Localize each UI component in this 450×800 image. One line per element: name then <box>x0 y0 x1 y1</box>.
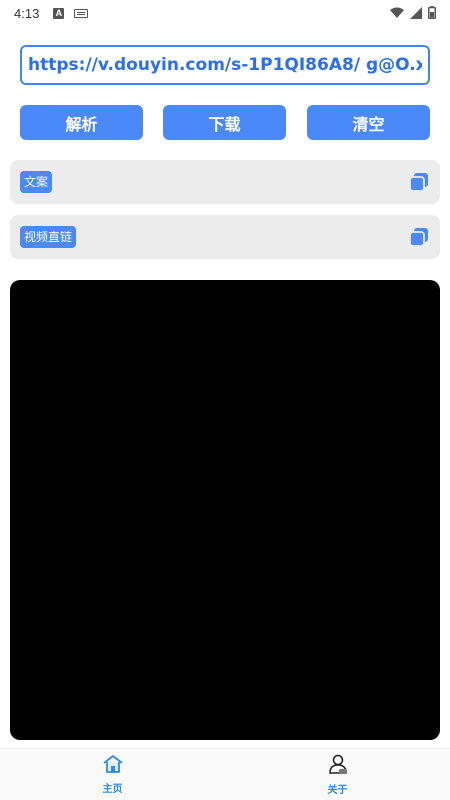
wifi-icon <box>390 4 404 23</box>
status-time: 4:13 <box>14 5 40 21</box>
video-player[interactable] <box>10 280 440 740</box>
copy-text-label: 文案 <box>20 171 53 193</box>
download-button[interactable]: 下载 <box>163 105 286 140</box>
copy-link-button[interactable] <box>408 226 430 248</box>
parse-button[interactable]: 解析 <box>20 105 143 140</box>
video-link-label: 视频直链 <box>20 226 77 248</box>
nav-item-about[interactable]: 关于 <box>225 749 450 800</box>
clear-button[interactable]: 清空 <box>307 105 430 140</box>
copy-icon <box>409 173 428 192</box>
nav-item-home[interactable]: 主页 <box>0 749 225 800</box>
home-icon <box>102 754 124 778</box>
battery-icon <box>428 4 436 23</box>
video-link-row: 视频直链 <box>10 215 440 259</box>
copy-text-row: 文案 <box>10 160 440 204</box>
status-system-icons <box>390 4 436 23</box>
copy-icon <box>409 228 428 247</box>
status-bar: 4:13 A <box>0 0 450 26</box>
person-icon <box>327 753 349 779</box>
copy-text-button[interactable] <box>408 171 430 193</box>
keyboard-icon <box>74 8 89 18</box>
signal-icon <box>410 4 422 23</box>
url-input[interactable] <box>20 45 430 85</box>
nav-label-home: 主页 <box>102 784 123 795</box>
a-notification-icon: A <box>53 7 65 19</box>
nav-label-about: 关于 <box>327 785 348 796</box>
status-notification-icons: A <box>53 7 89 19</box>
bottom-nav: 主页 关于 <box>0 748 450 800</box>
